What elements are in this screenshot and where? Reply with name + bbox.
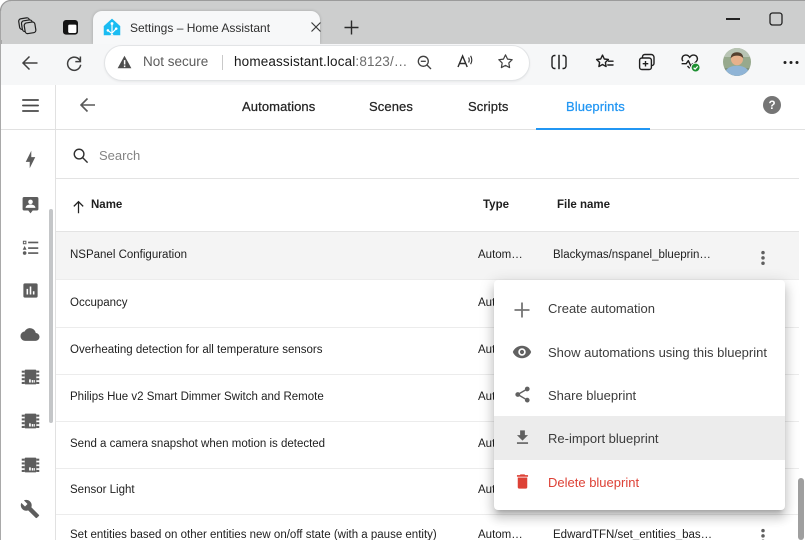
svg-text:?: ? [768,99,775,112]
